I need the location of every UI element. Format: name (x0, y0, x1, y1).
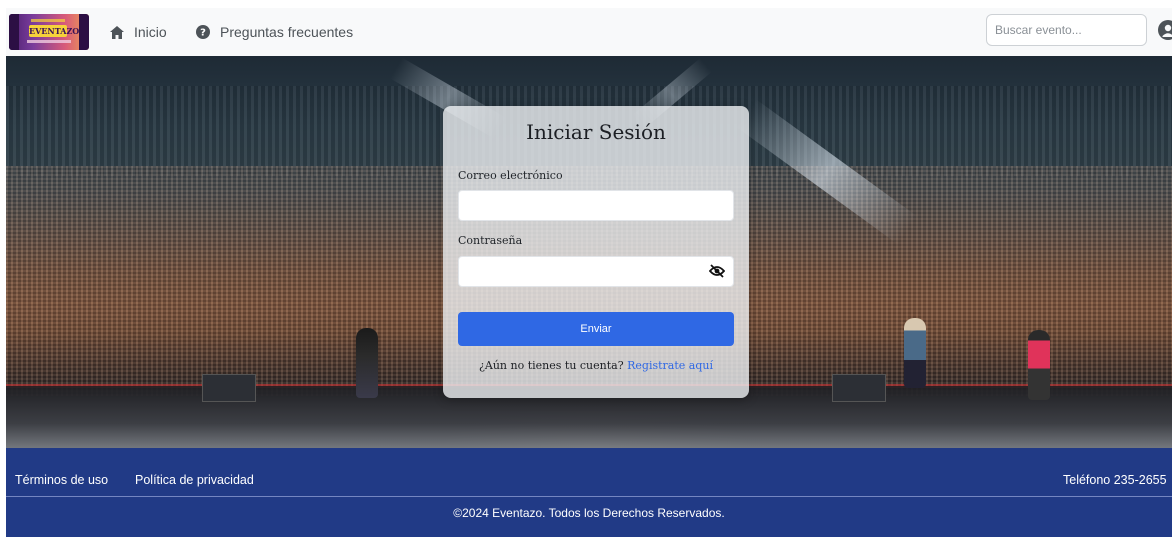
performer-figure (904, 318, 926, 388)
performer-figure (356, 328, 378, 398)
page: EVENTAZO Inicio ? Preguntas frecuentes B… (6, 8, 1172, 537)
logo-arc (31, 19, 65, 22)
logo-wordmark: EVENTAZO (29, 25, 80, 37)
logo-tagline (27, 40, 71, 43)
nav-link-inicio[interactable]: Inicio (110, 8, 167, 56)
question-circle-icon: ? (196, 25, 210, 39)
home-icon (110, 25, 124, 39)
eye-slash-icon[interactable] (709, 264, 725, 278)
user-circle-icon[interactable] (1158, 20, 1172, 42)
email-label: Correo electrónico (458, 169, 563, 182)
footer-divider (6, 496, 1172, 497)
svg-text:?: ? (200, 28, 206, 39)
submit-button[interactable]: Enviar (458, 312, 734, 346)
footer-link-privacidad[interactable]: Política de privacidad (135, 473, 254, 487)
footer-phone: Teléfono 235-2655 (1063, 473, 1167, 487)
email-field[interactable] (458, 190, 734, 221)
stage-monitor (202, 374, 256, 402)
register-prompt-text: ¿Aún no tienes tu cuenta? (479, 359, 624, 372)
nav-link-label: Inicio (134, 24, 167, 40)
register-prompt: ¿Aún no tienes tu cuenta? Registrate aqu… (443, 359, 749, 372)
login-card: Iniciar Sesión Correo electrónico Contra… (443, 106, 749, 398)
password-label: Contraseña (458, 234, 523, 247)
logo-stub-right (79, 14, 89, 50)
logo-stub-left (9, 14, 19, 50)
password-field[interactable] (458, 256, 734, 287)
footer-link-terminos[interactable]: Términos de uso (15, 473, 108, 487)
navbar: EVENTAZO Inicio ? Preguntas frecuentes (6, 8, 1172, 56)
hero-concert-background: Iniciar Sesión Correo electrónico Contra… (6, 56, 1172, 448)
nav-link-label: Preguntas frecuentes (220, 24, 354, 40)
performer-figure (1028, 330, 1050, 400)
copyright-text: ©2024 Eventazo. Todos los Derechos Reser… (453, 506, 725, 520)
search-input[interactable] (986, 14, 1147, 46)
footer: Términos de uso Política de privacidad T… (6, 448, 1172, 537)
register-link[interactable]: Registrate aquí (627, 359, 713, 372)
brand-logo[interactable]: EVENTAZO (9, 14, 89, 50)
stage-monitor (832, 374, 886, 402)
login-title: Iniciar Sesión (526, 120, 666, 144)
nav-link-preguntas-frecuentes[interactable]: ? Preguntas frecuentes (196, 8, 353, 56)
